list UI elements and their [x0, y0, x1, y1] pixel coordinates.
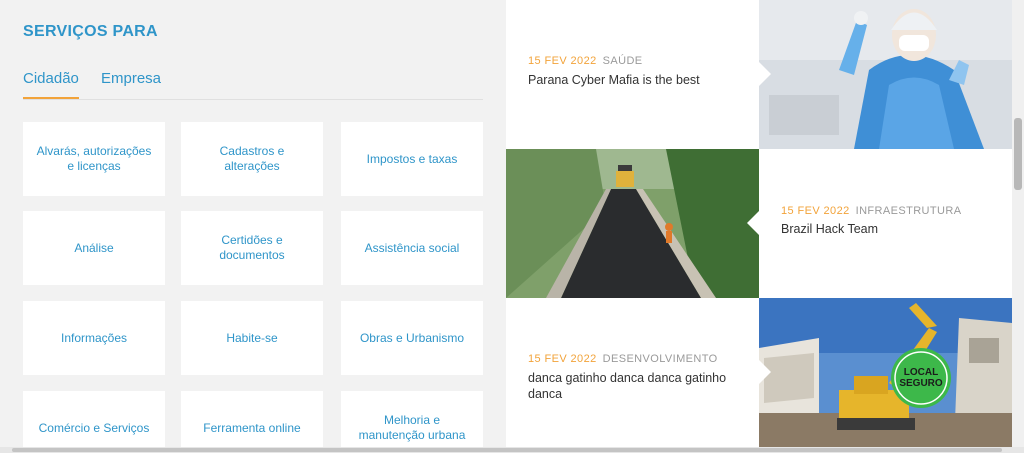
- service-card-analise[interactable]: Análise: [23, 211, 165, 285]
- news-category: SAÚDE: [602, 55, 643, 67]
- road-paving-photo[interactable]: [506, 149, 759, 298]
- vertical-scrollbar-thumb[interactable]: [1014, 118, 1022, 190]
- news-category: INFRAESTRUTURA: [855, 205, 962, 217]
- news-text: 15 FEV 2022 SAÚDE Parana Cyber Mafia is t…: [506, 0, 759, 149]
- badge-line-2: SEGURO: [899, 378, 943, 389]
- news-date: 15 FEV 2022: [528, 353, 597, 365]
- news-item[interactable]: 15 FEV 2022 SAÚDE Parana Cyber Mafia is t…: [506, 0, 1012, 149]
- horizontal-scrollbar-thumb[interactable]: [12, 448, 1002, 452]
- vertical-scrollbar[interactable]: [1012, 0, 1024, 447]
- services-tabs: Cidadão Empresa: [23, 70, 483, 100]
- demolition-excavator-photo[interactable]: LOCAL SEGURO: [759, 298, 1012, 447]
- news-panel: 15 FEV 2022 SAÚDE Parana Cyber Mafia is t…: [506, 0, 1012, 447]
- news-item[interactable]: 15 FEV 2022 INFRAESTRUTURA Brazil Hack Te…: [506, 149, 1012, 298]
- service-card-cadastros[interactable]: Cadastros e alterações: [181, 122, 323, 196]
- news-meta: 15 FEV 2022 SAÚDE: [528, 55, 643, 67]
- service-card-obras[interactable]: Obras e Urbanismo: [341, 301, 483, 375]
- services-title: SERVIÇOS PARA: [23, 23, 158, 40]
- local-seguro-badge: LOCAL SEGURO: [893, 367, 949, 389]
- news-meta: 15 FEV 2022 INFRAESTRUTURA: [781, 205, 961, 217]
- news-text: 15 FEV 2022 INFRAESTRUTURA Brazil Hack Te…: [759, 149, 1012, 298]
- news-notch: [759, 62, 771, 86]
- news-item[interactable]: 15 FEV 2022 DESENVOLVIMENTO danca gatinho…: [506, 298, 1012, 447]
- badge-line-1: LOCAL: [903, 367, 939, 378]
- service-card-assistencia[interactable]: Assistência social: [341, 211, 483, 285]
- horizontal-scrollbar[interactable]: [0, 447, 1024, 453]
- service-card-certidoes[interactable]: Certidões e documentos: [181, 211, 323, 285]
- news-category: DESENVOLVIMENTO: [602, 353, 718, 365]
- news-text: 15 FEV 2022 DESENVOLVIMENTO danca gatinho…: [506, 298, 759, 447]
- news-notch: [747, 211, 759, 235]
- tab-cidadao[interactable]: Cidadão: [23, 70, 79, 99]
- news-headline[interactable]: Brazil Hack Team: [781, 221, 991, 237]
- news-headline[interactable]: Parana Cyber Mafia is the best: [528, 72, 738, 88]
- service-card-comercio[interactable]: Comércio e Serviços: [23, 391, 165, 453]
- services-panel: SERVIÇOS PARA Cidadão Empresa Alvarás, a…: [0, 0, 506, 453]
- tab-empresa[interactable]: Empresa: [101, 70, 161, 99]
- news-headline[interactable]: danca gatinho danca danca gatinho danca: [528, 370, 738, 402]
- service-card-impostos[interactable]: Impostos e taxas: [341, 122, 483, 196]
- news-meta: 15 FEV 2022 DESENVOLVIMENTO: [528, 353, 718, 365]
- service-card-ferramenta[interactable]: Ferramenta online: [181, 391, 323, 453]
- news-notch: [759, 360, 771, 384]
- news-date: 15 FEV 2022: [528, 55, 597, 67]
- news-date: 15 FEV 2022: [781, 205, 850, 217]
- health-worker-photo[interactable]: [759, 0, 1012, 149]
- service-card-melhoria[interactable]: Melhoria e manutenção urbana: [341, 391, 483, 453]
- service-card-informacoes[interactable]: Informações: [23, 301, 165, 375]
- service-card-habite-se[interactable]: Habite-se: [181, 301, 323, 375]
- service-card-alvaras[interactable]: Alvarás, autorizações e licenças: [23, 122, 165, 196]
